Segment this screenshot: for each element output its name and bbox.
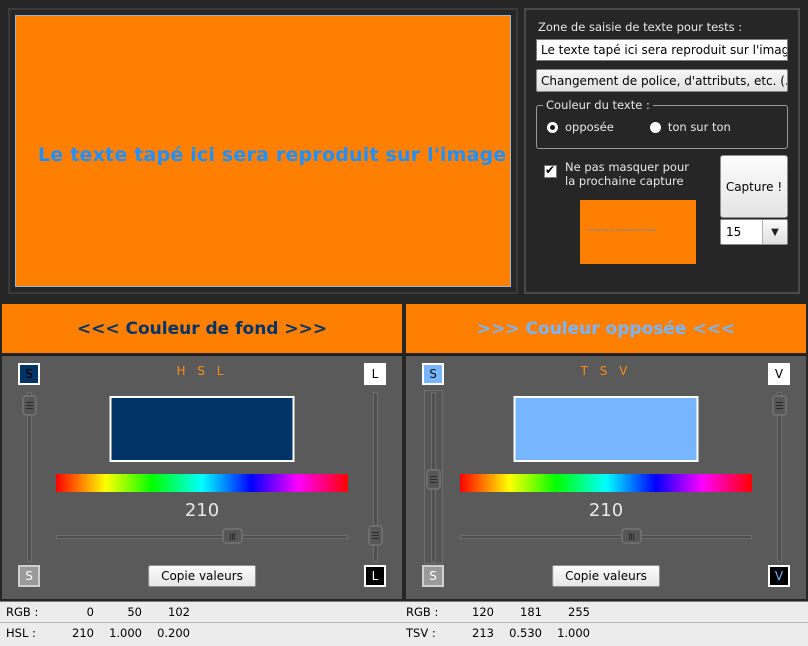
status-line-rgb: RGB : 0 50 102 RGB : 120 181 255 — [0, 602, 808, 623]
radio-opposee[interactable]: opposée — [547, 120, 614, 134]
hsl-hue-slider-thumb[interactable] — [222, 528, 244, 544]
tsv-value-bottom-indicator[interactable]: V — [768, 565, 790, 587]
radio-opposee-label: opposée — [565, 120, 614, 134]
status-right-model-values: 213 0.530 1.000 — [458, 626, 590, 640]
radio-ton-sur-ton-icon[interactable] — [649, 121, 661, 133]
hsl-lightness-slider[interactable] — [365, 392, 385, 562]
text-zone-label: Zone de saisie de texte pour tests : — [538, 20, 743, 34]
status-left-hsl-l: 0.200 — [157, 626, 190, 640]
top-section: Le texte tapé ici sera reproduit sur l'i… — [0, 0, 808, 302]
hsl-saturation-bottom-indicator[interactable]: S — [18, 565, 40, 587]
banner-row: <<< Couleur de fond >>> >>> Couleur oppo… — [0, 302, 808, 355]
tsv-hue-slider[interactable] — [460, 528, 752, 546]
capture-options-row: Ne pas masquer pour la prochaine capture… — [536, 155, 788, 218]
status-right-rgb-values: 120 181 255 — [458, 605, 590, 619]
panel-hsl-title: H S L — [176, 364, 228, 378]
tsv-saturation-slider[interactable] — [423, 390, 443, 564]
text-color-legend: Couleur du texte : — [543, 98, 653, 112]
hsl-saturation-top-indicator[interactable]: S — [18, 363, 40, 385]
tsv-value-slider-track[interactable] — [777, 392, 782, 562]
capture-thumbnail[interactable]: Le texte tapé ici sera reproduit sur l'i… — [580, 200, 696, 264]
panel-tsv: T S V S V S V 210 Copie valeurs — [404, 355, 808, 601]
status-left-rgb-label: RGB : — [6, 605, 39, 619]
hsl-saturation-slider-track[interactable] — [27, 392, 32, 562]
hsl-saturation-slider[interactable] — [19, 392, 39, 562]
tsv-hue-spectrum[interactable] — [460, 474, 752, 492]
hsl-hue-value: 210 — [184, 500, 220, 521]
status-left-rgb-r: 0 — [86, 605, 94, 619]
hsl-lightness-bottom-indicator[interactable]: L — [364, 565, 386, 587]
preview-frame: Le texte tapé ici sera reproduit sur l'i… — [8, 8, 518, 294]
tsv-saturation-top-indicator[interactable]: S — [422, 363, 444, 385]
radio-ton-sur-ton-label: ton sur ton — [667, 120, 731, 134]
tsv-color-sample — [513, 396, 699, 462]
delay-dropdown[interactable]: 15 ▼ — [720, 219, 788, 245]
hsl-hue-slider-track[interactable] — [56, 535, 348, 539]
status-left-rgb-b: 102 — [168, 605, 190, 619]
status-right-tsv-t: 213 — [472, 626, 494, 640]
tsv-value-slider[interactable] — [769, 392, 789, 562]
status-right-tsv-v: 1.000 — [557, 626, 590, 640]
tsv-hue-slider-thumb[interactable] — [620, 528, 642, 544]
hsl-lightness-slider-thumb[interactable] — [368, 524, 383, 546]
app-window: Le texte tapé ici sera reproduit sur l'i… — [0, 0, 808, 646]
panel-tsv-title: T S V — [580, 364, 632, 378]
status-bar: RGB : 0 50 102 RGB : 120 181 255 HSL : 210 1.… — [0, 601, 808, 646]
status-right-rgb-r: 120 — [472, 605, 494, 619]
hsl-hue-spectrum[interactable] — [56, 474, 348, 492]
font-attributes-button[interactable]: Changement de police, d'attributs, etc. … — [536, 69, 788, 92]
hsl-saturation-slider-thumb[interactable] — [22, 395, 37, 417]
text-color-group: Couleur du texte : opposée ton sur ton — [536, 98, 788, 149]
thumbnail-text: Le texte tapé ici sera reproduit sur l'i… — [588, 228, 656, 232]
status-left-hsl-h: 210 — [72, 626, 94, 640]
status-left-rgb-values: 0 50 102 — [58, 605, 190, 619]
status-left-rgb-g: 50 — [127, 605, 142, 619]
hsl-lightness-top-indicator[interactable]: L — [364, 363, 386, 385]
status-left-model-label: HSL : — [6, 626, 36, 640]
banner-background-color: <<< Couleur de fond >>> — [0, 302, 404, 355]
status-right-rgb-label: RGB : — [406, 605, 439, 619]
text-input[interactable]: Le texte tapé ici sera reproduit sur l'i… — [536, 39, 788, 61]
status-right-rgb-g: 181 — [520, 605, 542, 619]
banner-opposite-color: >>> Couleur opposée <<< — [404, 302, 808, 355]
hsl-copy-values-button[interactable]: Copie valeurs — [148, 565, 256, 587]
status-left-hsl-s: 1.000 — [109, 626, 142, 640]
thumbnail-row: Le texte tapé ici sera reproduit sur l'i… — [536, 200, 788, 272]
tsv-hue-slider-track[interactable] — [460, 535, 752, 539]
no-mask-checkbox-row[interactable]: Ne pas masquer pour la prochaine capture — [544, 160, 689, 188]
preview-canvas[interactable]: Le texte tapé ici sera reproduit sur l'i… — [15, 15, 511, 287]
hsl-color-sample — [109, 396, 295, 462]
status-right-model-label: TSV : — [406, 626, 436, 640]
preview-text: Le texte tapé ici sera reproduit sur l'i… — [38, 144, 507, 166]
tsv-value-slider-thumb[interactable] — [772, 395, 787, 417]
hsl-hue-slider[interactable] — [56, 528, 348, 546]
status-left-model-values: 210 1.000 0.200 — [58, 626, 190, 640]
delay-dropdown-value: 15 — [721, 220, 762, 244]
control-panel: Zone de saisie de texte pour tests : Le … — [524, 8, 800, 294]
status-line-model: HSL : 210 1.000 0.200 TSV : 213 0.530 1.000 — [0, 623, 808, 644]
tsv-saturation-slider-thumb[interactable] — [426, 468, 441, 490]
panel-hsl: H S L S L S L 210 Copie valeurs — [0, 355, 404, 601]
tsv-value-top-indicator[interactable]: V — [768, 363, 790, 385]
status-right-tsv-s: 0.530 — [509, 626, 542, 640]
tsv-hue-value: 210 — [588, 500, 624, 521]
chevron-down-icon[interactable]: ▼ — [762, 220, 787, 244]
tsv-copy-values-button[interactable]: Copie valeurs — [552, 565, 660, 587]
radio-ton-sur-ton[interactable]: ton sur ton — [649, 120, 731, 134]
radio-opposee-icon[interactable] — [547, 121, 558, 133]
color-panels: H S L S L S L 210 Copie valeurs T S V S … — [0, 355, 808, 601]
status-right-rgb-b: 255 — [568, 605, 590, 619]
no-mask-checkbox-label: Ne pas masquer pour la prochaine capture — [565, 160, 689, 188]
tsv-saturation-bottom-indicator[interactable]: S — [422, 565, 444, 587]
no-mask-checkbox-icon[interactable] — [544, 163, 557, 178]
